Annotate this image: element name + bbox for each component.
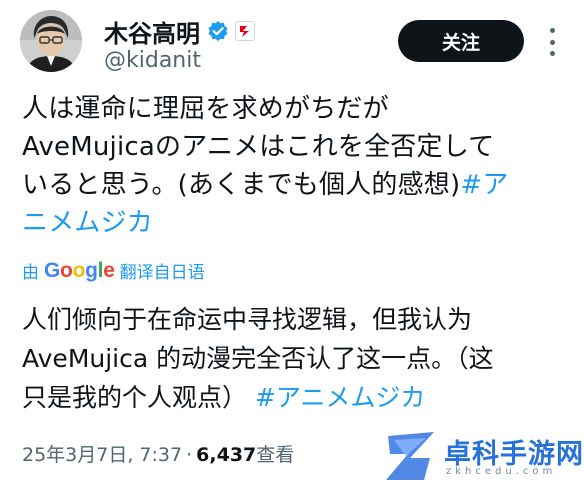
translated-line: 只是我的个人观点） #アニメムジカ: [22, 378, 570, 417]
translated-hashtag-link[interactable]: #アニメムジカ: [255, 383, 425, 412]
translated-line: 人们倾向于在命运中寻找逻辑，但我认为: [22, 305, 473, 334]
translation-prefix: 由: [22, 263, 39, 283]
follow-button[interactable]: 关注: [398, 20, 524, 62]
watermark-logo-icon: [386, 432, 434, 480]
tweet-line: 人は運命に理屈を求めがちだが: [22, 94, 389, 124]
tweet-line: AveMujicaのアニメはこれを全否定して: [22, 132, 495, 162]
avatar[interactable]: [20, 10, 82, 72]
translated-line: AveMujica 的动漫完全否认了这一点。（这: [22, 344, 494, 373]
hashtag-link[interactable]: #ア: [460, 170, 508, 200]
author-name-row: 木谷高明: [104, 14, 255, 48]
tweet-page: 木谷高明 @kidanit 关注 人は運命に理屈を求めがちだが AveMujic…: [0, 0, 584, 490]
translation-suffix: 翻译自日语: [119, 263, 205, 283]
avatar-photo: [20, 10, 82, 72]
watermark-subtitle: zkhcedu.com: [446, 466, 557, 477]
tweet-line: いると思う。(あくまでも個人的感想)#ア: [22, 166, 570, 204]
tweet-meta: 25年3月7日, 7:37 · 6,437 查看: [22, 440, 294, 467]
verified-check-icon: [207, 20, 229, 42]
bushiroad-logo-icon[interactable]: [235, 21, 255, 41]
author-handle[interactable]: @kidanit: [104, 48, 201, 73]
views-count: 6,437: [196, 444, 257, 466]
translation-attribution[interactable]: 由 Google 翻译自日语: [22, 258, 205, 284]
meta-separator: ·: [186, 444, 193, 466]
site-watermark: 卓科手游网 zkhcedu.com: [384, 426, 583, 486]
tweet-timestamp[interactable]: 25年3月7日, 7:37: [22, 440, 182, 467]
google-logo: Google: [44, 258, 115, 282]
author-display-name[interactable]: 木谷高明: [104, 14, 200, 49]
translated-text: 人们倾向于在命运中寻找逻辑，但我认为 AveMujica 的动漫完全否认了这一点…: [22, 300, 570, 417]
more-options-icon[interactable]: [542, 28, 562, 56]
views-label: 查看: [256, 444, 295, 466]
tweet-line-text: いると思う。(あくまでも個人的感想): [22, 170, 461, 200]
hashtag-link-continued[interactable]: ニメムジカ: [22, 204, 570, 242]
translated-line-text: 只是我的个人观点）: [22, 383, 248, 412]
tweet-text: 人は運命に理屈を求めがちだが AveMujicaのアニメはこれを全否定して いる…: [22, 90, 570, 242]
